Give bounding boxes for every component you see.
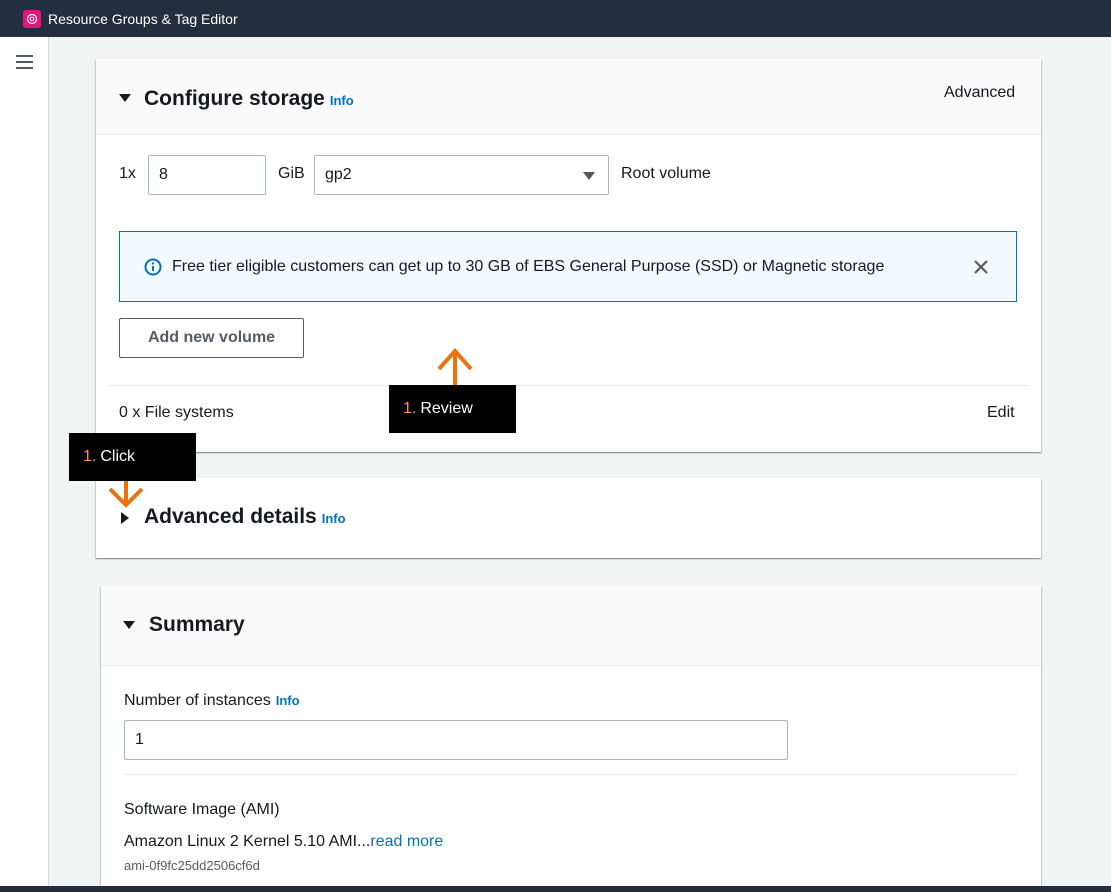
- menu-line: [16, 55, 33, 57]
- configure-storage-header[interactable]: Configure storage Info Advanced: [96, 59, 1041, 135]
- configure-storage-info-link[interactable]: Info: [330, 93, 354, 108]
- close-icon[interactable]: [973, 259, 989, 275]
- configure-storage-title-text: Configure storage: [144, 87, 325, 110]
- advanced-link[interactable]: Advanced: [944, 84, 1015, 102]
- click-callout: 1. Click: [69, 433, 196, 481]
- review-callout: 1. Review: [389, 385, 516, 433]
- click-arrow-down-icon: [108, 481, 144, 508]
- volume-count-label: 1x: [119, 165, 136, 182]
- software-image-link[interactable]: Software Image (AMI): [124, 801, 280, 819]
- edit-file-systems-link[interactable]: Edit: [987, 404, 1015, 422]
- app-title[interactable]: Resource Groups & Tag Editor: [48, 11, 238, 27]
- expand-caret-icon[interactable]: [119, 94, 131, 102]
- chevron-down-icon: [583, 172, 595, 180]
- review-arrow-up-icon: [437, 347, 473, 385]
- free-tier-info-alert: Free tier eligible customers can get up …: [119, 231, 1017, 302]
- callout-text: Review: [420, 400, 473, 417]
- ami-name-text: Amazon Linux 2 Kernel 5.10 AMI...: [124, 833, 371, 850]
- summary-panel: Summary Number of instances Info Software…: [101, 586, 1041, 892]
- summary-title: Summary: [149, 613, 245, 636]
- configure-storage-title: Configure storage Info: [144, 87, 354, 111]
- callout-number: 1.: [403, 400, 417, 417]
- file-systems-label: 0 x File systems: [119, 404, 234, 421]
- menu-line: [16, 67, 33, 69]
- volume-size-input[interactable]: [148, 155, 266, 195]
- ami-id: ami-0f9fc25dd2506cf6d: [124, 858, 260, 873]
- number-of-instances-input[interactable]: [124, 720, 788, 760]
- side-navigation-rail: [0, 37, 49, 892]
- root-volume-label: Root volume: [621, 165, 711, 182]
- add-new-volume-button[interactable]: Add new volume: [119, 318, 304, 358]
- window-bottom-edge: [0, 886, 1111, 892]
- configure-storage-panel: Configure storage Info Advanced 1x GiB gp…: [96, 59, 1041, 452]
- menu-line: [16, 61, 33, 63]
- callout-text: Click: [100, 448, 136, 465]
- advanced-details-info-link[interactable]: Info: [322, 511, 346, 526]
- resource-groups-glyph: [26, 13, 38, 24]
- ami-name: Amazon Linux 2 Kernel 5.10 AMI...read mo…: [124, 833, 443, 851]
- read-more-link[interactable]: read more: [370, 833, 443, 850]
- summary-header[interactable]: Summary: [101, 586, 1041, 666]
- volume-unit-label: GiB: [278, 165, 305, 182]
- volume-type-value: gp2: [325, 166, 352, 183]
- hamburger-menu-icon[interactable]: [16, 54, 34, 70]
- volume-type-select[interactable]: gp2: [314, 155, 609, 195]
- section-divider: [124, 774, 1018, 775]
- free-tier-alert-text: Free tier eligible customers can get up …: [172, 258, 885, 275]
- number-of-instances-label-text: Number of instances: [124, 692, 271, 709]
- callout-number: 1.: [83, 448, 97, 465]
- number-of-instances-label: Number of instances Info: [124, 692, 300, 710]
- advanced-details-title[interactable]: Advanced details Info: [144, 505, 346, 529]
- resource-groups-icon[interactable]: [23, 9, 41, 28]
- info-circle-icon: [144, 258, 162, 276]
- expand-caret-icon[interactable]: [123, 621, 135, 629]
- number-of-instances-info-link[interactable]: Info: [276, 693, 300, 708]
- advanced-details-panel[interactable]: Advanced details Info: [96, 478, 1041, 558]
- expand-caret-icon[interactable]: [121, 512, 129, 524]
- add-new-volume-label: Add new volume: [147, 329, 276, 346]
- section-divider: [108, 385, 1029, 386]
- advanced-details-title-text: Advanced details: [144, 505, 317, 528]
- top-navigation-bar: Resource Groups & Tag Editor: [0, 0, 1111, 37]
